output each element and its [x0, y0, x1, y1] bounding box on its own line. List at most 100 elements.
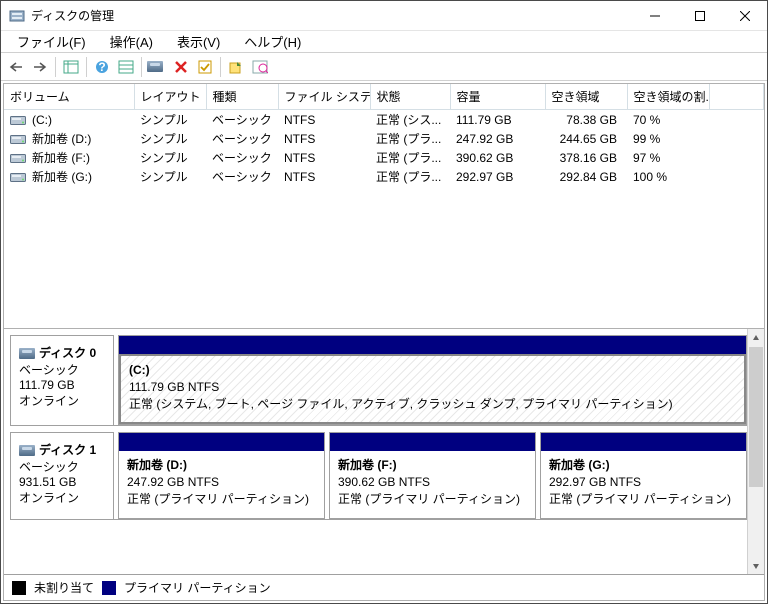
disk-name: ディスク 0 [19, 344, 105, 361]
close-button[interactable] [722, 1, 767, 30]
col-volume[interactable]: ボリューム [4, 84, 134, 110]
cell-volume: 新加卷 (D:) [4, 129, 134, 148]
cell-pct: 70 % [627, 110, 709, 130]
table-row[interactable]: (C:)シンプルベーシックNTFS正常 (シス...111.79 GB78.38… [4, 110, 764, 130]
cell-status: 正常 (プラ... [370, 167, 450, 186]
legend-label-unallocated: 未割り当て [34, 579, 94, 596]
forward-button[interactable] [29, 56, 51, 78]
col-type[interactable]: 種類 [206, 84, 278, 110]
cell-pct: 100 % [627, 167, 709, 186]
properties-button[interactable] [249, 56, 271, 78]
toolbar-sep [220, 57, 221, 77]
drive-icon [10, 152, 26, 164]
disk-layout-pane: ディスク 0ベーシック111.79 GBオンライン(C:)111.79 GB N… [4, 329, 764, 574]
partition-status: 正常 (プライマリ パーティション) [127, 492, 309, 506]
refresh-button[interactable] [225, 56, 247, 78]
drive-icon [10, 171, 26, 183]
disk-row: ディスク 0ベーシック111.79 GBオンライン(C:)111.79 GB N… [10, 335, 747, 426]
window-title: ディスクの管理 [31, 7, 632, 24]
menu-file[interactable]: ファイル(F) [5, 30, 98, 53]
cell-volume: 新加卷 (G:) [4, 167, 134, 186]
drive-icon [10, 133, 26, 145]
volume-table[interactable]: ボリューム レイアウト 種類 ファイル システム 状態 容量 空き領域 空き領域… [4, 84, 764, 186]
scroll-thumb[interactable] [749, 347, 763, 487]
col-layout[interactable]: レイアウト [134, 84, 206, 110]
disk-parts: (C:)111.79 GB NTFS正常 (システム, ブート, ページ ファイ… [114, 335, 747, 425]
col-capacity[interactable]: 容量 [450, 84, 545, 110]
partition[interactable]: 新加卷 (D:)247.92 GB NTFS正常 (プライマリ パーティション) [118, 432, 325, 518]
cell-free: 378.16 GB [545, 148, 627, 167]
partition-header [541, 433, 746, 451]
back-button[interactable] [5, 56, 27, 78]
partition-header [330, 433, 535, 451]
delete-button[interactable] [170, 56, 192, 78]
cell-pct: 97 % [627, 148, 709, 167]
col-free[interactable]: 空き領域 [545, 84, 627, 110]
col-pct[interactable]: 空き領域の割... [627, 84, 709, 110]
toolbar-sep [86, 57, 87, 77]
cell-free: 78.38 GB [545, 110, 627, 130]
partition-size: 390.62 GB NTFS [338, 475, 430, 489]
cell-volume: (C:) [4, 110, 134, 130]
partition-size: 111.79 GB NTFS [129, 380, 219, 394]
partition-title: 新加卷 (F:) [338, 458, 397, 472]
check-button[interactable] [194, 56, 216, 78]
table-row[interactable]: 新加卷 (D:)シンプルベーシックNTFS正常 (プラ...247.92 GB2… [4, 129, 764, 148]
partition-title: 新加卷 (D:) [127, 458, 187, 472]
table-row[interactable]: 新加卷 (G:)シンプルベーシックNTFS正常 (プラ...292.97 GB2… [4, 167, 764, 186]
cell-layout: シンプル [134, 129, 206, 148]
cell-capacity: 292.97 GB [450, 167, 545, 186]
menu-help[interactable]: ヘルプ(H) [232, 30, 313, 53]
svg-text:?: ? [98, 60, 105, 74]
disk-management-window: ディスクの管理 ファイル(F) 操作(A) 表示(V) ヘルプ(H) ? [0, 0, 768, 604]
help-button[interactable]: ? [91, 56, 113, 78]
cell-pct: 99 % [627, 129, 709, 148]
partition-header [119, 336, 746, 354]
toolbar-sep [55, 57, 56, 77]
cell-volume: 新加卷 (F:) [4, 148, 134, 167]
col-status[interactable]: 状態 [370, 84, 450, 110]
list-button[interactable] [115, 56, 137, 78]
drive-button[interactable] [146, 56, 168, 78]
scroll-down-button[interactable] [748, 557, 764, 574]
disk-icon [19, 348, 35, 359]
maximize-button[interactable] [677, 1, 722, 30]
col-fs[interactable]: ファイル システム [278, 84, 370, 110]
partition-title: 新加卷 (G:) [549, 458, 610, 472]
drive-icon [10, 114, 26, 126]
cell-fs: NTFS [278, 148, 370, 167]
disk-info[interactable]: ディスク 0ベーシック111.79 GBオンライン [10, 335, 114, 425]
cell-type: ベーシック [206, 148, 278, 167]
cell-status: 正常 (シス... [370, 110, 450, 130]
partition-body: 新加卷 (F:)390.62 GB NTFS正常 (プライマリ パーティション) [330, 451, 535, 517]
disk-info[interactable]: ディスク 1ベーシック931.51 GBオンライン [10, 432, 114, 518]
disk-row: ディスク 1ベーシック931.51 GBオンライン新加卷 (D:)247.92 … [10, 432, 747, 519]
scroll-up-button[interactable] [748, 329, 764, 346]
legend-swatch-unallocated [12, 581, 26, 595]
partition[interactable]: 新加卷 (F:)390.62 GB NTFS正常 (プライマリ パーティション) [329, 432, 536, 518]
menubar: ファイル(F) 操作(A) 表示(V) ヘルプ(H) [1, 31, 767, 53]
cell-capacity: 390.62 GB [450, 148, 545, 167]
cell-capacity: 111.79 GB [450, 110, 545, 130]
view-toggle-button[interactable] [60, 56, 82, 78]
disk-size: 111.79 GB [19, 378, 105, 392]
partition[interactable]: (C:)111.79 GB NTFS正常 (システム, ブート, ページ ファイ… [118, 335, 747, 425]
disk-type: ベーシック [19, 361, 105, 378]
table-header-row: ボリューム レイアウト 種類 ファイル システム 状態 容量 空き領域 空き領域… [4, 84, 764, 110]
table-row[interactable]: 新加卷 (F:)シンプルベーシックNTFS正常 (プラ...390.62 GB3… [4, 148, 764, 167]
cell-layout: シンプル [134, 148, 206, 167]
volume-table-pane: ボリューム レイアウト 種類 ファイル システム 状態 容量 空き領域 空き領域… [4, 84, 764, 329]
cell-status: 正常 (プラ... [370, 129, 450, 148]
cell-type: ベーシック [206, 167, 278, 186]
legend-swatch-primary [102, 581, 116, 595]
partition-body: 新加卷 (G:)292.97 GB NTFS正常 (プライマリ パーティション) [541, 451, 746, 517]
menu-action[interactable]: 操作(A) [98, 30, 165, 53]
partition-status: 正常 (システム, ブート, ページ ファイル, アクティブ, クラッシュ ダン… [129, 397, 673, 411]
minimize-button[interactable] [632, 1, 677, 30]
titlebar[interactable]: ディスクの管理 [1, 1, 767, 31]
partition[interactable]: 新加卷 (G:)292.97 GB NTFS正常 (プライマリ パーティション) [540, 432, 747, 518]
vertical-scrollbar[interactable] [747, 329, 764, 574]
disk-icon [19, 445, 35, 456]
menu-view[interactable]: 表示(V) [165, 30, 232, 53]
disk-size: 931.51 GB [19, 475, 105, 489]
